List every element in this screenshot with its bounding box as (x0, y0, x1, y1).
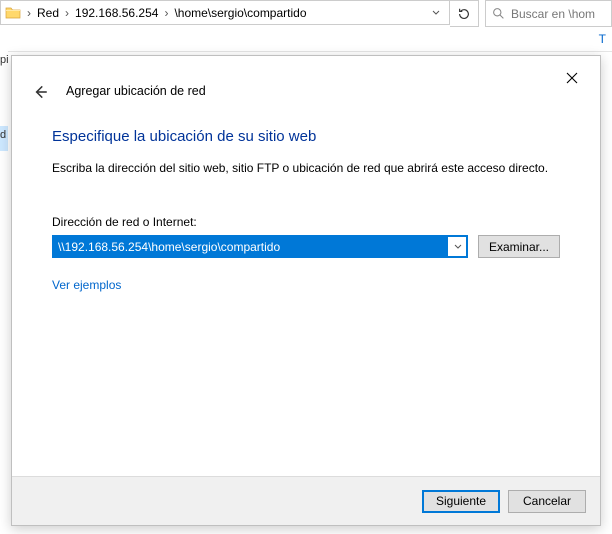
browse-button[interactable]: Examinar... (478, 235, 560, 258)
back-button[interactable] (28, 80, 52, 104)
address-combobox[interactable]: \\192.168.56.254\home\sergio\compartido (52, 235, 468, 258)
examples-link[interactable]: Ver ejemplos (52, 278, 121, 292)
dialog-body: Especifique la ubicación de su sitio web… (12, 106, 600, 292)
explorer-address-bar: › Red › 192.168.56.254 › \home\sergio\co… (0, 0, 612, 27)
breadcrumb-seg[interactable]: 192.168.56.254 (71, 6, 162, 20)
gutter-item (0, 76, 8, 101)
search-icon (492, 7, 505, 20)
dialog-footer: Siguiente Cancelar (12, 476, 600, 525)
chevron-right-icon[interactable]: › (63, 6, 71, 20)
gutter-item: pi (0, 51, 8, 76)
dialog-header: Agregar ubicación de red (12, 56, 600, 106)
folder-icon (5, 5, 21, 21)
address-path[interactable]: › Red › 192.168.56.254 › \home\sergio\co… (0, 0, 450, 25)
next-button[interactable]: Siguiente (422, 490, 500, 513)
address-row: \\192.168.56.254\home\sergio\compartido … (52, 235, 560, 258)
left-gutter: pi d (0, 51, 8, 534)
page-heading: Especifique la ubicación de su sitio web (52, 128, 560, 145)
chevron-down-icon (454, 243, 462, 251)
breadcrumb-seg[interactable]: Red (33, 6, 63, 20)
arrow-left-icon (31, 83, 49, 101)
gutter-item: d (0, 126, 8, 151)
address-input[interactable]: \\192.168.56.254\home\sergio\compartido (54, 236, 448, 257)
add-network-location-dialog: Agregar ubicación de red Especifique la … (11, 55, 601, 526)
combobox-dropdown-button[interactable] (449, 236, 467, 257)
close-button[interactable] (556, 66, 588, 90)
gutter-item (0, 101, 8, 126)
explorer-toolbar-strip (0, 27, 612, 52)
chevron-right-icon[interactable]: › (162, 6, 170, 20)
close-icon (566, 72, 578, 84)
address-dropdown[interactable] (427, 9, 445, 17)
breadcrumb-seg[interactable]: \home\sergio\compartido (170, 6, 310, 20)
chevron-right-icon[interactable]: › (25, 6, 33, 20)
search-placeholder: Buscar en \hom (511, 7, 595, 21)
dialog-title: Agregar ubicación de red (66, 84, 206, 98)
refresh-button[interactable] (450, 0, 479, 27)
instruction-text: Escriba la dirección del sitio web, siti… (52, 161, 560, 175)
cancel-button[interactable]: Cancelar (508, 490, 586, 513)
side-link[interactable]: T (599, 32, 606, 46)
address-label: Dirección de red o Internet: (52, 215, 560, 229)
search-box[interactable]: Buscar en \hom (485, 0, 612, 27)
